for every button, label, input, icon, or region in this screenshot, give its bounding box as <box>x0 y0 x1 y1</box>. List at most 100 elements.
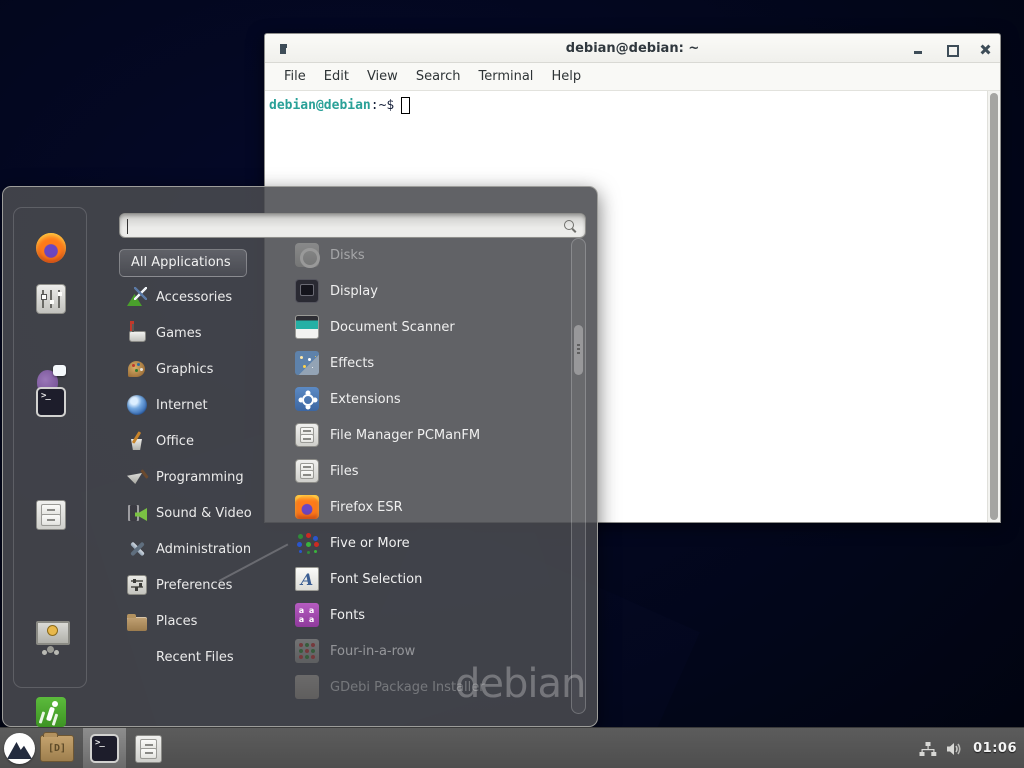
administration-tools-icon <box>127 539 147 559</box>
disks-icon <box>295 243 319 267</box>
games-icon <box>127 323 147 343</box>
minimize-button[interactable] <box>911 42 925 56</box>
category-label: Internet <box>156 398 208 413</box>
desktop: { "desktop": { "watermark": "debian" }, … <box>0 0 1024 768</box>
programming-icon <box>127 467 147 487</box>
app-row-fonts[interactable]: Fonts <box>281 597 567 633</box>
app-row-five-or-more[interactable]: Five or More <box>281 525 567 561</box>
file-manager-icon <box>295 423 319 447</box>
system-tray: 01:06 <box>919 728 1024 768</box>
category-internet[interactable]: Internet <box>119 387 271 423</box>
close-button[interactable] <box>978 42 992 56</box>
category-label: Games <box>156 326 201 341</box>
category-label: Accessories <box>156 290 232 305</box>
sound-video-icon <box>127 503 147 523</box>
favorite-firefox-icon[interactable] <box>36 233 66 263</box>
category-label: Programming <box>156 470 244 485</box>
category-label: Recent Files <box>156 650 234 665</box>
favorite-control-center-icon[interactable] <box>36 284 66 314</box>
files-icon <box>295 459 319 483</box>
terminal-icon <box>90 734 119 763</box>
folder-badge: [D] <box>48 743 66 754</box>
category-label: Office <box>156 434 194 449</box>
category-recent-files[interactable]: Recent Files <box>119 639 271 675</box>
app-label: Effects <box>330 356 374 371</box>
app-list-scrollbar[interactable] <box>571 238 586 714</box>
app-row-file-manager-pcmanfm[interactable]: File Manager PCManFM <box>281 417 567 453</box>
category-administration[interactable]: Administration <box>119 531 271 567</box>
volume-icon[interactable] <box>946 741 964 757</box>
category-accessories[interactable]: Accessories <box>119 279 271 315</box>
app-label: Font Selection <box>330 572 422 587</box>
application-list: Disks Display Document Scanner Effects E… <box>281 237 567 715</box>
logout-icon[interactable] <box>36 697 66 727</box>
category-graphics[interactable]: Graphics <box>119 351 271 387</box>
category-list: Accessories Games Graphics Internet Offi… <box>119 279 271 675</box>
category-office[interactable]: Office <box>119 423 271 459</box>
extensions-gear-icon <box>295 387 319 411</box>
prompt-user-host: debian@debian <box>269 98 371 113</box>
prompt-path: :~$ <box>371 98 394 113</box>
lock-screen-icon[interactable] <box>36 619 66 649</box>
category-games[interactable]: Games <box>119 315 271 351</box>
category-preferences[interactable]: Preferences <box>119 567 271 603</box>
app-label: Files <box>330 464 359 479</box>
network-icon[interactable] <box>919 741 937 757</box>
app-row-files[interactable]: Files <box>281 453 567 489</box>
app-list-scrollbar-thumb[interactable] <box>574 325 583 375</box>
menu-file[interactable]: File <box>275 69 315 84</box>
terminal-scrollbar-thumb[interactable] <box>990 93 998 520</box>
taskbar-files-launcher[interactable] <box>135 735 162 763</box>
favorites-panel <box>13 207 87 688</box>
favorite-terminal-icon[interactable] <box>36 387 66 417</box>
app-row-document-scanner[interactable]: Document Scanner <box>281 309 567 345</box>
taskbar-file-manager-launcher[interactable]: [D] <box>40 735 74 762</box>
menu-button[interactable] <box>4 733 35 764</box>
menu-terminal[interactable]: Terminal <box>469 69 542 84</box>
firefox-icon <box>295 495 319 519</box>
favorite-file-manager-icon[interactable] <box>36 500 66 530</box>
search-icon <box>562 218 578 234</box>
category-all-applications[interactable]: All Applications <box>119 249 247 277</box>
app-row-disks[interactable]: Disks <box>281 237 567 273</box>
app-row-gdebi[interactable]: GDebi Package Installer <box>281 669 567 705</box>
menu-view[interactable]: View <box>358 69 407 84</box>
display-icon <box>295 279 319 303</box>
internet-globe-icon <box>127 395 147 415</box>
search-box[interactable] <box>119 213 586 238</box>
terminal-titlebar[interactable]: debian@debian: ~ <box>265 34 1000 63</box>
taskbar-clock[interactable]: 01:06 <box>973 741 1017 756</box>
menu-edit[interactable]: Edit <box>315 69 358 84</box>
effects-icon <box>295 351 319 375</box>
document-scanner-icon <box>295 315 319 339</box>
places-folder-icon <box>127 617 147 631</box>
app-row-extensions[interactable]: Extensions <box>281 381 567 417</box>
taskbar-terminal-window-button[interactable] <box>83 728 126 768</box>
terminal-cursor <box>401 97 410 114</box>
menu-search[interactable]: Search <box>407 69 470 84</box>
category-programming[interactable]: Programming <box>119 459 271 495</box>
graphics-icon <box>127 359 147 379</box>
four-in-a-row-icon <box>295 639 319 663</box>
maximize-button[interactable] <box>944 42 958 56</box>
terminal-window-title: debian@debian: ~ <box>265 34 1000 63</box>
category-label: Places <box>156 614 197 629</box>
app-row-display[interactable]: Display <box>281 273 567 309</box>
recent-files-spacer <box>127 647 147 667</box>
app-row-firefox-esr[interactable]: Firefox ESR <box>281 489 567 525</box>
app-row-font-selection[interactable]: Font Selection <box>281 561 567 597</box>
app-label: File Manager PCManFM <box>330 428 480 443</box>
application-menu: debian All Applications Accessories Game… <box>2 186 598 727</box>
app-row-four-in-a-row[interactable]: Four-in-a-row <box>281 633 567 669</box>
fonts-icon <box>295 603 319 627</box>
search-input[interactable] <box>120 214 562 237</box>
category-places[interactable]: Places <box>119 603 271 639</box>
menu-help[interactable]: Help <box>542 69 590 84</box>
terminal-menubar: File Edit View Search Terminal Help <box>265 63 1000 91</box>
app-row-effects[interactable]: Effects <box>281 345 567 381</box>
category-label: Preferences <box>156 578 232 593</box>
app-label: Firefox ESR <box>330 500 403 515</box>
category-label: Sound & Video <box>156 506 252 521</box>
category-sound-video[interactable]: Sound & Video <box>119 495 271 531</box>
terminal-scrollbar[interactable] <box>987 91 1000 522</box>
